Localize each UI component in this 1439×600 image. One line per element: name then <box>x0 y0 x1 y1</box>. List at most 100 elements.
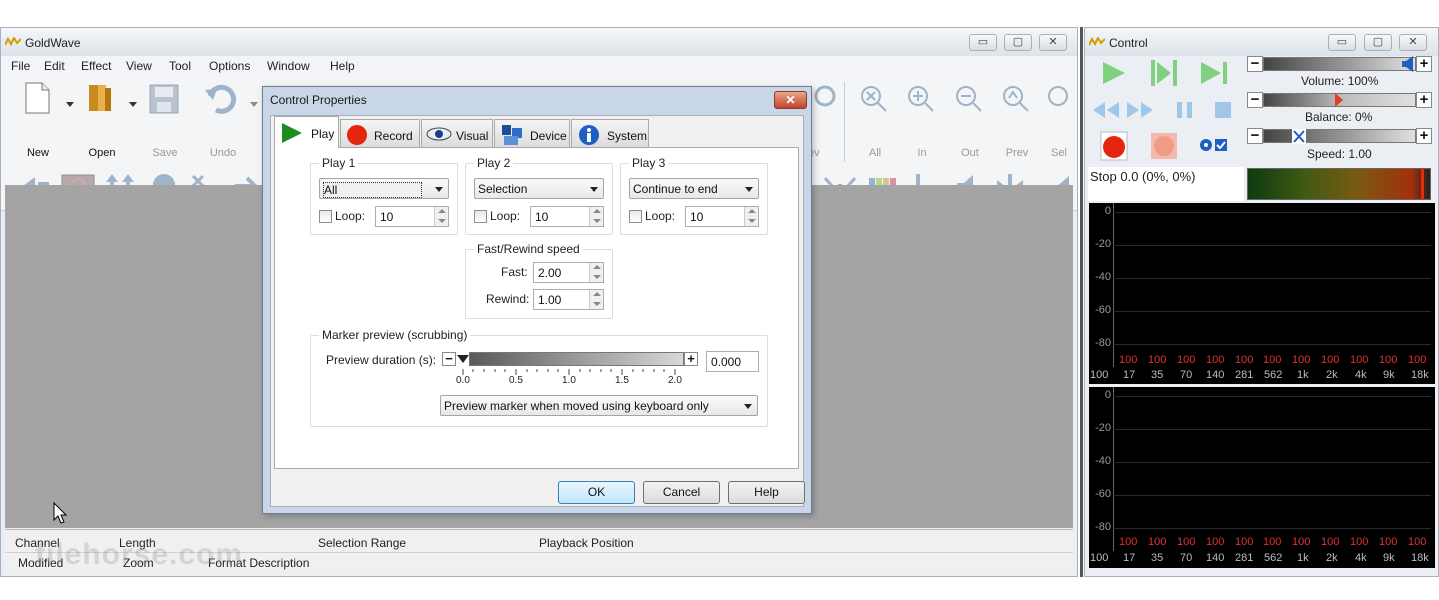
fast-speed-spinner[interactable]: 2.00 <box>533 262 604 283</box>
control-maximize-button[interactable]: ▢ <box>1364 34 1392 51</box>
zoom-previous-icon[interactable] <box>813 84 837 114</box>
zoom-in-icon[interactable] <box>906 84 936 114</box>
minimize-button[interactable]: ▭ <box>969 34 997 51</box>
scale-label-0: 0.0 <box>456 375 470 386</box>
peak-value: 100 <box>1148 354 1167 366</box>
scale-label-2: 2.0 <box>668 375 682 386</box>
upper-freq-row: 100 17 35 70 140 281 562 1k 2k 4k 9k 18k <box>1089 369 1435 383</box>
record-settings-icon[interactable] <box>1199 137 1229 153</box>
goldwave-logo-icon <box>1089 37 1105 47</box>
spin-arrows-icon[interactable] <box>589 290 603 309</box>
balance-thumb-icon[interactable] <box>1334 93 1344 108</box>
level-meter-peak <box>1421 168 1424 200</box>
record-selection-icon[interactable] <box>1149 131 1179 161</box>
menu-window[interactable]: Window <box>267 59 310 73</box>
spin-arrows-icon[interactable] <box>434 207 448 226</box>
rewind-speed-spinner[interactable]: 1.00 <box>533 289 604 310</box>
menu-help[interactable]: Help <box>330 59 355 73</box>
control-minimize-button[interactable]: ▭ <box>1328 34 1356 51</box>
open-dropdown-icon[interactable] <box>129 102 137 107</box>
tab-record[interactable]: Record <box>340 119 420 147</box>
play3-loop-spinner[interactable]: 10 <box>685 206 759 227</box>
peak-value: 100 <box>1177 354 1196 366</box>
play2-loop-checkbox[interactable] <box>474 210 487 223</box>
peak-value: 100 <box>1292 536 1311 548</box>
tab-system[interactable]: System <box>571 119 649 147</box>
open-folder-icon[interactable] <box>86 82 116 114</box>
speed-thumb-icon[interactable] <box>1292 129 1306 144</box>
spin-arrows-icon[interactable] <box>589 207 603 226</box>
play-icon[interactable] <box>1101 60 1127 86</box>
menu-edit[interactable]: Edit <box>44 59 65 73</box>
freq-label: 562 <box>1264 369 1283 381</box>
slider-thumb-icon[interactable] <box>457 355 469 363</box>
control-close-button[interactable]: ✕ <box>1399 34 1427 51</box>
filehorse-watermark: filehorse.com <box>35 538 244 571</box>
play3-loop-checkbox[interactable] <box>629 210 642 223</box>
new-file-icon[interactable] <box>23 82 51 114</box>
lower-ytick-80: -80 <box>1095 521 1111 533</box>
volume-decrease-button[interactable]: − <box>1247 56 1263 72</box>
play2-dropdown[interactable]: Selection <box>474 178 604 199</box>
menu-effect[interactable]: Effect <box>81 59 111 73</box>
playback-status: Stop 0.0 (0%, 0%) <box>1090 169 1196 184</box>
zoom-prev-icon[interactable] <box>1001 84 1031 114</box>
play2-loop-spinner[interactable]: 10 <box>530 206 604 227</box>
spin-arrows-icon[interactable] <box>744 207 758 226</box>
spin-arrows-icon[interactable] <box>589 263 603 282</box>
fast-forward-icon[interactable] <box>1125 101 1155 119</box>
preview-duration-slider[interactable] <box>469 352 684 366</box>
balance-decrease-button[interactable]: − <box>1247 92 1263 108</box>
open-button-label[interactable]: Open <box>77 147 127 159</box>
volume-increase-button[interactable]: + <box>1416 56 1432 72</box>
dialog-close-button[interactable]: ✕ <box>774 91 807 109</box>
undo-button-label: Undo <box>209 147 237 159</box>
rewind-icon[interactable] <box>1091 101 1121 119</box>
upper-ytick-20: -20 <box>1095 238 1111 250</box>
preview-duration-field[interactable]: 0.000 <box>706 351 759 372</box>
play1-dropdown[interactable]: All <box>319 178 449 199</box>
menu-file[interactable]: File <box>11 59 30 73</box>
menu-tool[interactable]: Tool <box>169 59 191 73</box>
tab-play[interactable]: Play <box>274 116 339 148</box>
zoom-selection-icon[interactable] <box>1046 84 1074 114</box>
play3-dropdown[interactable]: Continue to end <box>629 178 759 199</box>
cancel-button[interactable]: Cancel <box>643 481 720 504</box>
new-button-label[interactable]: New <box>13 147 63 159</box>
close-button[interactable]: ✕ <box>1039 34 1067 51</box>
zoom-sel-label[interactable]: Sel <box>1041 147 1077 159</box>
play1-loop-spinner[interactable]: 10 <box>375 206 449 227</box>
speed-slider[interactable] <box>1263 129 1416 143</box>
speed-increase-button[interactable]: + <box>1416 128 1432 144</box>
zoom-out-label[interactable]: Out <box>945 147 995 159</box>
speed-decrease-button[interactable]: − <box>1247 128 1263 144</box>
record-icon[interactable] <box>1100 131 1128 161</box>
freq-label: 18k <box>1411 369 1429 381</box>
volume-slider[interactable] <box>1263 57 1416 71</box>
pause-icon[interactable] <box>1175 100 1195 120</box>
control-window: Control ▭ ▢ ✕ − + Volume: 100% − + Balan… <box>1084 27 1439 577</box>
zoom-out-icon[interactable] <box>954 84 984 114</box>
zoom-prev-label[interactable]: Prev <box>992 147 1042 159</box>
preview-mode-dropdown[interactable]: Preview marker when moved using keyboard… <box>440 395 758 416</box>
help-button[interactable]: Help <box>728 481 805 504</box>
duration-increase-button[interactable]: + <box>684 352 698 366</box>
speaker-volume-icon[interactable] <box>1401 55 1415 73</box>
spectrum-upper: 0 -20 -40 -60 -80 100 100 100 100 100 10… <box>1089 203 1435 384</box>
duration-decrease-button[interactable]: − <box>442 352 456 366</box>
tab-device[interactable]: Device <box>494 119 570 147</box>
zoom-in-label[interactable]: In <box>897 147 947 159</box>
maximize-button[interactable]: ▢ <box>1004 34 1032 51</box>
play-to-end-icon[interactable] <box>1199 60 1229 86</box>
menu-view[interactable]: View <box>126 59 152 73</box>
balance-increase-button[interactable]: + <box>1416 92 1432 108</box>
menu-options[interactable]: Options <box>209 59 250 73</box>
tab-visual[interactable]: Visual <box>421 119 493 147</box>
zoom-all-label[interactable]: All <box>850 147 900 159</box>
stop-icon[interactable] <box>1213 100 1233 120</box>
new-dropdown-icon[interactable] <box>66 102 74 107</box>
zoom-all-icon[interactable] <box>859 84 889 114</box>
ok-button[interactable]: OK <box>558 481 635 504</box>
play-selection-icon[interactable] <box>1149 58 1179 88</box>
play1-loop-checkbox[interactable] <box>319 210 332 223</box>
